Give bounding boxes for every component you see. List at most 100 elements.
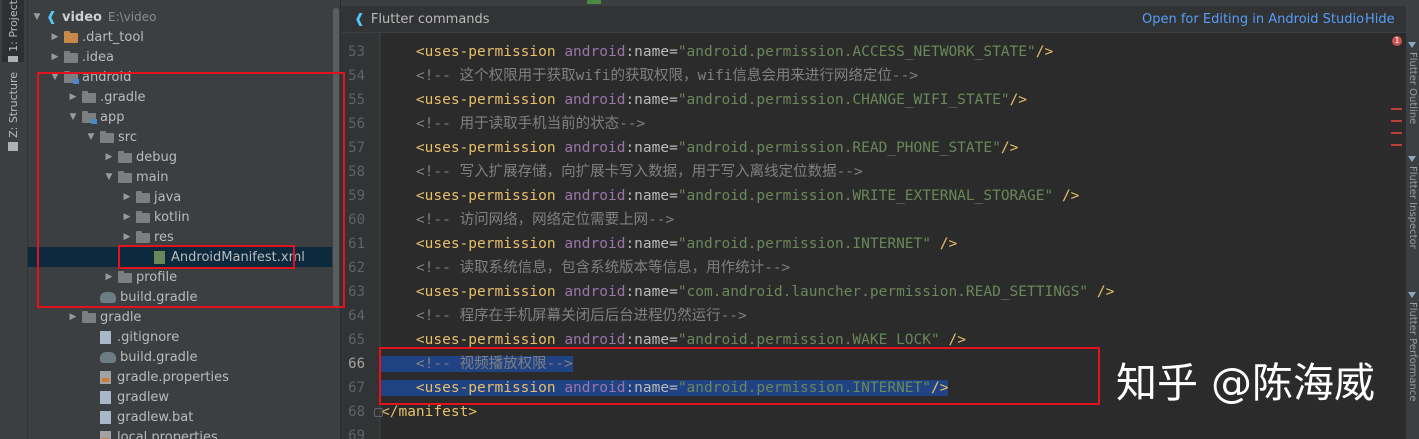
zhihu-watermark: 知乎 @陈海威 — [1116, 359, 1376, 407]
code-line[interactable]: <!-- 写入扩展存储，向扩展卡写入数据，用于写入离线定位数据--> — [381, 160, 1401, 184]
xml-tag: <uses-permission — [415, 236, 565, 252]
folder-icon — [64, 50, 78, 63]
project-path: E:\video — [107, 10, 157, 24]
added-permission-highlight — [379, 347, 1100, 405]
xml-tag-close: /> — [1000, 140, 1019, 156]
tree-item[interactable]: build.gradle — [28, 347, 332, 367]
error-stripe-mark[interactable] — [1391, 120, 1402, 122]
code-line-content: <!-- 用于读取手机当前的状态--> — [416, 116, 645, 132]
flutter-performance-tab[interactable]: Flutter Performance — [1407, 302, 1418, 402]
flutter-outline-tab[interactable]: Flutter Outline — [1407, 52, 1418, 124]
xml-equals: = — [669, 332, 678, 348]
properties-file-icon — [100, 370, 111, 384]
code-line[interactable]: <uses-permission android:name="android.p… — [381, 184, 1401, 208]
code-line[interactable]: <!-- 这个权限用于获取wifi的获取权限，wifi信息会用来进行网络定位--… — [381, 64, 1401, 88]
open-in-android-studio-link[interactable]: Open for Editing in Android Studio — [1142, 12, 1364, 27]
tree-item[interactable]: gradlew — [28, 387, 332, 407]
code-line[interactable]: <uses-permission android:name="android.p… — [381, 232, 1401, 256]
tree-item[interactable]: gradle.properties — [28, 367, 332, 387]
right-tool-strip: Flutter Outline Flutter Inspector Flutte… — [1406, 0, 1419, 439]
tree-item[interactable]: ▼ ❰ video E:\video — [28, 7, 332, 27]
code-line-content: <!-- 读取系统信息，包含系统版本等信息，用作统计--> — [416, 260, 790, 276]
xml-attribute: :name — [625, 236, 670, 252]
gradle-icon — [100, 351, 116, 363]
tree-item-label: gradle — [100, 309, 142, 325]
xml-attribute-value: "android.permission.ACCESS_NETWORK_STATE… — [677, 44, 1036, 60]
structure-tool-tab-label: Z: Structure — [6, 72, 20, 138]
xml-attribute-value: "android.permission.READ_PHONE_STATE" — [677, 140, 1001, 156]
code-line[interactable]: <uses-permission android:name="android.p… — [381, 88, 1401, 112]
code-line[interactable]: <uses-permission android:name="android.p… — [381, 136, 1401, 160]
flutter-inspector-tab[interactable]: Flutter Inspector — [1407, 166, 1418, 249]
code-line[interactable]: <!-- 读取系统信息，包含系统版本等信息，用作统计--> — [381, 256, 1401, 280]
tree-item[interactable]: ▶ .dart_tool — [28, 27, 332, 47]
line-number: 69 — [348, 428, 365, 439]
xml-tag-close: /> — [931, 236, 958, 252]
error-stripe-mark[interactable] — [1391, 108, 1402, 110]
banner-title: Flutter commands — [370, 11, 490, 27]
xml-namespace: android — [564, 332, 626, 348]
code-line[interactable] — [381, 424, 1401, 439]
collapsed-arrow-icon[interactable]: ▶ — [68, 312, 78, 322]
xml-attribute: :name — [625, 284, 670, 300]
xml-comment: <!-- 访问网络，网络定位需要上网--> — [415, 212, 675, 228]
xml-attribute: :name — [625, 332, 670, 348]
xml-tag-close: /> — [1009, 92, 1028, 108]
error-indicator-icon[interactable]: 1 — [1392, 36, 1402, 46]
code-line-content: <!-- 程序在手机屏幕关闭后后台进程仍然运行--> — [416, 308, 747, 324]
xml-equals: = — [669, 92, 678, 108]
xml-tag: <uses-permission — [415, 284, 565, 300]
xml-equals: = — [669, 236, 678, 252]
xml-attribute-value: "com.android.launcher.permission.READ_SE… — [677, 284, 1089, 300]
xml-attribute-value: "android.permission.WRITE_EXTERNAL_STORA… — [677, 188, 1054, 204]
code-line[interactable]: <uses-permission android:name="com.andro… — [381, 280, 1401, 304]
tree-item-label: video — [62, 9, 102, 25]
project-tool-tab[interactable]: 1: Project — [2, 0, 24, 62]
tree-item[interactable]: .gitignore — [28, 327, 332, 347]
file-icon — [100, 330, 111, 344]
flutter-project-icon: ❰ — [46, 9, 57, 25]
collapsed-arrow-icon[interactable]: ▶ — [50, 52, 60, 62]
tree-item-label: .gitignore — [117, 329, 180, 345]
tree-item-label: gradle.properties — [117, 369, 229, 385]
xml-equals: = — [669, 188, 678, 204]
tree-item[interactable]: gradlew.bat — [28, 407, 332, 427]
xml-namespace: android — [564, 188, 626, 204]
code-line[interactable]: <uses-permission android:name="android.p… — [381, 40, 1401, 64]
expanded-arrow-icon[interactable]: ▼ — [32, 12, 42, 22]
code-line[interactable]: <!-- 程序在手机屏幕关闭后后台进程仍然运行--> — [381, 304, 1401, 328]
tree-item-label: build.gradle — [120, 349, 198, 365]
hide-banner-link[interactable]: Hide — [1365, 12, 1395, 27]
tree-item-label: gradlew — [117, 389, 170, 405]
project-tool-tab-label: 1: Project — [6, 0, 20, 52]
xml-tag: <uses-permission — [415, 92, 565, 108]
collapsed-arrow-icon[interactable]: ▶ — [50, 32, 60, 42]
xml-attribute: :name — [625, 92, 670, 108]
xml-tag: <uses-permission — [415, 140, 565, 156]
tree-item[interactable]: ▶ gradle — [28, 307, 332, 327]
xml-attribute-value: "android.permission.WAKE_LOCK" — [677, 332, 940, 348]
tree-item[interactable]: local.properties — [28, 427, 332, 439]
error-stripe-mark[interactable] — [1391, 144, 1402, 146]
xml-attribute: :name — [625, 188, 670, 204]
properties-file-icon — [100, 430, 111, 439]
xml-equals: = — [669, 140, 678, 156]
code-line-content: <!-- 访问网络，网络定位需要上网--> — [416, 212, 674, 228]
code-line[interactable]: <!-- 用于读取手机当前的状态--> — [381, 112, 1401, 136]
structure-tool-tab[interactable]: Z: Structure — [2, 72, 24, 156]
code-line[interactable]: <!-- 访问网络，网络定位需要上网--> — [381, 208, 1401, 232]
flutter-commands-banner: ❰ Flutter commands Open for Editing in A… — [341, 6, 1419, 33]
fold-marker-icon[interactable] — [374, 408, 383, 417]
line-number: 65 — [348, 332, 365, 348]
tree-item[interactable]: ▶ .idea — [28, 47, 332, 67]
error-stripe-mark[interactable] — [1391, 132, 1402, 134]
xml-namespace: android — [564, 236, 626, 252]
